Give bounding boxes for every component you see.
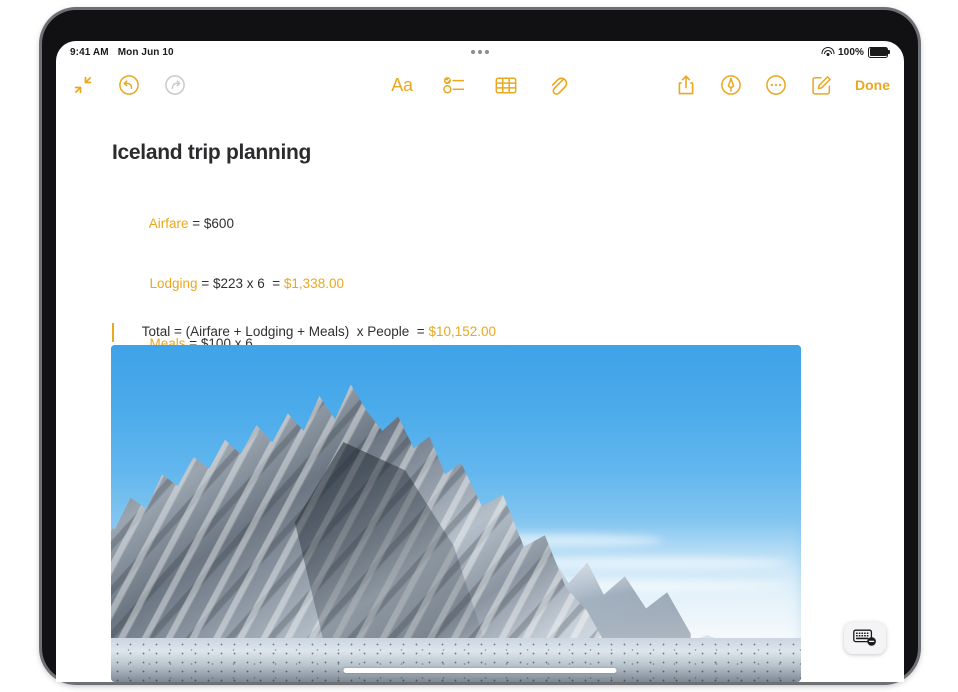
note-title[interactable]: Iceland trip planning <box>112 141 311 165</box>
status-time: 9:41 AM <box>70 46 109 58</box>
attachment-icon[interactable] <box>545 72 571 98</box>
calc-line-airfare[interactable]: Airfare = $600 <box>112 194 344 254</box>
markup-icon[interactable] <box>718 72 744 98</box>
calc-variable: Lodging <box>149 276 198 291</box>
redo-icon[interactable] <box>162 72 188 98</box>
text-caret <box>112 323 114 342</box>
status-bar-right: 100% <box>821 46 890 58</box>
status-date: Mon Jun 10 <box>117 46 174 58</box>
table-icon[interactable] <box>493 72 519 98</box>
note-photo-attachment[interactable] <box>111 345 801 682</box>
battery-full-icon <box>868 46 890 58</box>
battery-percent-label: 100% <box>838 46 864 58</box>
format-text-icon[interactable]: Aa <box>389 72 415 98</box>
hide-keyboard-icon <box>853 629 876 646</box>
share-icon[interactable] <box>673 72 699 98</box>
hide-keyboard-button[interactable] <box>844 622 886 654</box>
ipad-device-frame: 2 9:41 AM Mon Jun 10 100% <box>42 10 918 682</box>
multitasking-dots-icon[interactable] <box>471 49 489 54</box>
toolbar-center-group: Aa <box>389 63 571 107</box>
total-result: $10,152.00 <box>428 324 497 339</box>
undo-icon[interactable] <box>116 72 142 98</box>
toolbar-left-group <box>70 63 188 107</box>
status-bar: 9:41 AM Mon Jun 10 100% <box>56 41 904 63</box>
toolbar-right-group: Done <box>673 63 890 107</box>
calc-variable: Airfare <box>148 216 189 231</box>
wifi-icon <box>821 47 835 57</box>
calc-expression: = $223 x 6 = <box>197 276 284 291</box>
compose-icon[interactable] <box>808 72 834 98</box>
more-icon[interactable] <box>763 72 789 98</box>
format-aa-label: Aa <box>391 74 413 95</box>
note-content-area[interactable]: Iceland trip planning Airfare = $600 Lod… <box>56 107 904 682</box>
ipad-screen: 9:41 AM Mon Jun 10 100% Aa Done Iceland … <box>56 41 904 682</box>
home-indicator[interactable] <box>343 668 617 673</box>
photo-foreground-texture <box>111 638 801 682</box>
total-expression: Total = (Airfare + Lodging + Meals) x Pe… <box>141 324 429 339</box>
checklist-icon[interactable] <box>441 72 467 98</box>
status-bar-center <box>56 47 904 58</box>
calc-expression: = $600 <box>188 216 234 231</box>
notes-toolbar: Aa Done <box>56 63 904 107</box>
collapse-icon[interactable] <box>70 72 96 98</box>
calc-result: $1,338.00 <box>283 276 344 291</box>
done-button[interactable]: Done <box>853 77 890 93</box>
status-bar-left: 9:41 AM Mon Jun 10 <box>70 47 174 58</box>
